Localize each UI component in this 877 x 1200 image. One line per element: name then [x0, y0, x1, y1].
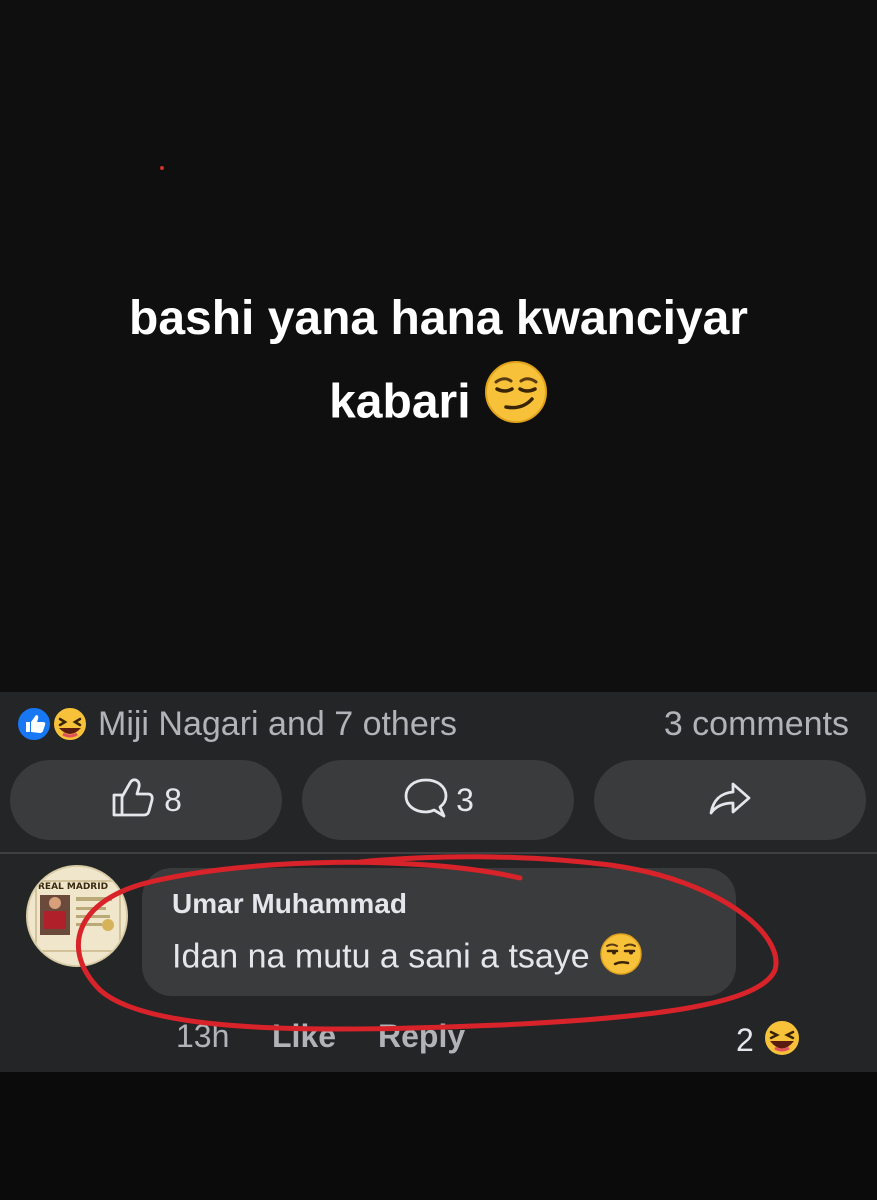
- share-button[interactable]: [594, 760, 866, 840]
- avatar-label: REAL MADRID: [38, 882, 108, 892]
- post-text-line-2-wrap: kabari: [40, 360, 837, 450]
- comment-meta-row: 13h Like Reply 2: [0, 1018, 877, 1058]
- like-count: 8: [164, 781, 182, 818]
- comment-bubble-icon: [402, 776, 450, 825]
- post-text-line-1: bashi yana hana kwanciyar: [129, 292, 748, 345]
- bottom-dark-area: [0, 1072, 877, 1200]
- comment-like-link[interactable]: Like: [272, 1018, 336, 1055]
- comment-reply-link[interactable]: Reply: [378, 1018, 465, 1055]
- haha-reaction-icon: [52, 706, 88, 742]
- haha-reaction-icon[interactable]: [762, 1018, 802, 1063]
- post-text-line-2: kabari: [329, 375, 471, 429]
- comment-text-wrap: Idan na mutu a sani a tsaye: [172, 932, 643, 985]
- post-text: bashi yana hana kwanciyar kabari: [40, 278, 837, 450]
- comment-author[interactable]: Umar Muhammad: [172, 888, 407, 920]
- reactions-row: Miji Nagari and 7 others 3 comments: [0, 692, 877, 756]
- avatar[interactable]: REAL MADRID: [26, 865, 128, 967]
- comment-text: Idan na mutu a sani a tsaye: [172, 937, 590, 976]
- post-content: bashi yana hana kwanciyar kabari: [0, 0, 877, 692]
- red-dot-mark: [160, 166, 164, 170]
- reaction-summary[interactable]: Miji Nagari and 7 others: [98, 706, 457, 742]
- comment-time: 13h: [176, 1018, 230, 1054]
- post-footer-panel: Miji Nagari and 7 others 3 comments 8 3: [0, 692, 877, 1072]
- comment-button[interactable]: 3: [302, 760, 574, 840]
- comment-reaction-count[interactable]: 2: [736, 1022, 754, 1059]
- unamused-face-icon: [599, 932, 643, 985]
- section-divider: [0, 852, 877, 854]
- like-reaction-icon: [16, 706, 52, 742]
- comment-bubble[interactable]: Umar Muhammad Idan na mutu a sani a tsay…: [142, 868, 736, 996]
- thumbs-up-icon: [110, 777, 158, 824]
- smirking-face-icon: [484, 360, 548, 450]
- reaction-icons[interactable]: [16, 706, 94, 742]
- comment-count: 3: [456, 781, 474, 818]
- share-arrow-icon: [707, 778, 753, 823]
- like-button[interactable]: 8: [10, 760, 282, 840]
- comments-count-link[interactable]: 3 comments: [664, 706, 849, 742]
